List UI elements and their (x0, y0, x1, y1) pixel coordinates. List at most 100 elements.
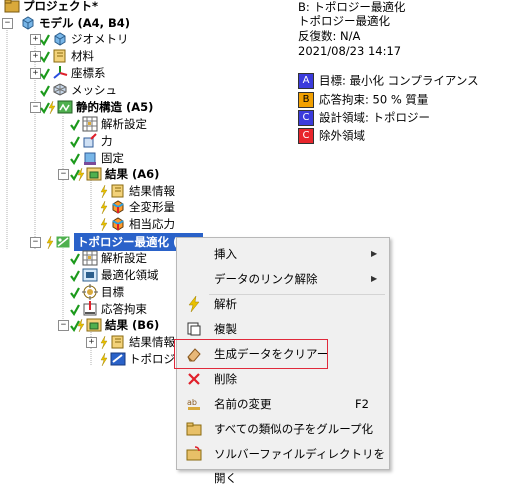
legend-item: B 応答拘束: 50 % 質量 (298, 91, 429, 108)
open-folder-icon (186, 446, 202, 461)
status-check-icon (40, 85, 50, 97)
menu-item-group-similar[interactable]: すべての類似の子をグループ化 (177, 417, 389, 441)
analysis-title: B: トポロジー最適化 (298, 0, 406, 14)
status-check-icon (70, 136, 80, 148)
timestamp: 2021/08/23 14:17 (298, 44, 402, 58)
equivalent-stress-icon (110, 216, 126, 232)
analysis-settings-b-label: 解析設定 (101, 251, 147, 265)
status-check-icon (40, 68, 50, 80)
status-check-icon (70, 270, 80, 282)
tree-item-materials[interactable]: + 材料 (0, 47, 282, 65)
legend-text: 除外領域 (319, 128, 365, 143)
topology-density-icon (110, 351, 126, 367)
solution-a-label: 結果 (A6) (105, 167, 160, 181)
coordinate-systems-label: 座標系 (71, 66, 106, 80)
tree-item-coordinate-systems[interactable]: + 座標系 (0, 64, 282, 82)
analysis-subtitle: トポロジー最適化 (298, 14, 390, 28)
legend-text: 応答拘束: 50 % 質量 (319, 92, 429, 107)
tree-item-analysis-settings-a[interactable]: 解析設定 (0, 115, 282, 133)
needs-solve-bolt-icon (46, 236, 54, 249)
menu-item-open-solver-dir[interactable]: ソルバーファイルディレクトリを開く (177, 442, 389, 485)
tree-item-solution-a[interactable]: − 結果 (A6) (0, 165, 282, 183)
status-check-icon (70, 287, 80, 299)
submenu-arrow-icon: ▶ (371, 274, 378, 283)
mesh-label: メッシュ (71, 83, 117, 97)
analysis-settings-a-icon (82, 116, 98, 132)
menu-item-duplicate[interactable]: 複製 (177, 317, 389, 341)
needs-solve-bolt-icon (100, 185, 108, 198)
legend-key-badge: C (298, 127, 314, 144)
delete-x-icon (188, 373, 200, 385)
static-structural-label: 静的構造 (A5) (76, 100, 154, 114)
menu-item-insert[interactable]: 挿入 ▶ (177, 242, 389, 266)
rename-shortcut: F2 (355, 397, 369, 411)
objective-label: 目標 (101, 285, 124, 299)
topology-optimization-icon (55, 234, 71, 250)
force-label: 力 (101, 134, 113, 148)
materials-icon (52, 48, 68, 64)
rename-icon: ab (187, 398, 200, 410)
tree-item-equivalent-stress[interactable]: 相当応力 (0, 215, 282, 233)
menu-item-delete[interactable]: 削除 (177, 367, 389, 391)
status-check-icon (70, 153, 80, 165)
solution-b-label: 結果 (B6) (105, 318, 160, 332)
coordinate-systems-icon (52, 65, 68, 81)
collapse-icon[interactable]: − (58, 320, 69, 331)
legend-key-badge: B (298, 91, 314, 108)
menu-label-open-solver-dir: ソルバーファイルディレクトリを開く (214, 447, 386, 485)
geometry-label: ジオメトリ (71, 32, 129, 46)
menu-item-unlink-data[interactable]: データのリンク解除 ▶ (177, 267, 389, 291)
total-deformation-icon (110, 199, 126, 215)
legend-text: 設計領域: トポロジー (319, 110, 431, 125)
highlight-box (174, 339, 328, 369)
mesh-icon (52, 82, 68, 98)
materials-label: 材料 (71, 49, 94, 63)
needs-solve-bolt-icon (100, 353, 108, 366)
menu-label-unlink-data: データのリンク解除 (214, 272, 318, 286)
legend-text: 目標: 最小化 コンプライアンス (319, 73, 479, 88)
status-check-icon (70, 119, 80, 131)
svg-text:ab: ab (187, 398, 197, 407)
fixed-icon (82, 150, 98, 166)
needs-solve-bolt-icon (77, 319, 85, 332)
legend-item: C 除外領域 (298, 127, 365, 144)
solution-info-a-icon (110, 183, 126, 199)
tree-item-force[interactable]: 力 (0, 132, 282, 150)
menu-item-solve[interactable]: 解析 (177, 292, 389, 316)
collapse-icon[interactable]: − (58, 169, 69, 180)
tree-item-mesh[interactable]: メッシュ (0, 81, 282, 99)
objective-icon (82, 284, 98, 300)
response-constraint-icon (82, 301, 98, 317)
menu-label-insert: 挿入 (214, 247, 237, 261)
tree-item-static-structural[interactable]: − 静的構造 (A5) (0, 98, 282, 116)
status-check-icon (70, 253, 80, 265)
folder-icon (186, 422, 202, 436)
status-check-icon (40, 34, 50, 46)
status-check-icon (40, 51, 50, 63)
expand-icon[interactable]: + (86, 337, 97, 348)
legend-item: A 目標: 最小化 コンプライアンス (298, 72, 479, 89)
submenu-arrow-icon: ▶ (371, 249, 378, 258)
menu-item-rename[interactable]: ab 名前の変更 F2 (177, 392, 389, 416)
optimization-region-icon (82, 267, 98, 283)
legend-item: C 設計領域: トポロジー (298, 109, 431, 126)
tree-item-total-deformation[interactable]: 全変形量 (0, 198, 282, 216)
collapse-icon[interactable]: − (30, 237, 41, 248)
total-deformation-label: 全変形量 (129, 200, 175, 214)
analysis-settings-b-icon (82, 250, 98, 266)
tree-item-geometry[interactable]: + ジオメトリ (0, 30, 282, 48)
project-label: プロジェクト* (23, 0, 99, 13)
tree-item-project[interactable]: プロジェクト* (0, 0, 282, 15)
project-icon (4, 0, 20, 14)
needs-solve-bolt-icon (100, 218, 108, 231)
menu-label-duplicate: 複製 (214, 322, 237, 336)
collapse-icon[interactable]: − (2, 18, 13, 29)
solution-info-b-icon (110, 334, 126, 350)
equivalent-stress-label: 相当応力 (129, 217, 175, 231)
needs-solve-bolt-icon (77, 168, 85, 181)
force-icon (82, 133, 98, 149)
solution-b-icon (86, 317, 102, 333)
geometry-icon (52, 31, 68, 47)
analysis-settings-a-label: 解析設定 (101, 117, 147, 131)
solution-info-b-label: 結果情報 (129, 335, 175, 349)
